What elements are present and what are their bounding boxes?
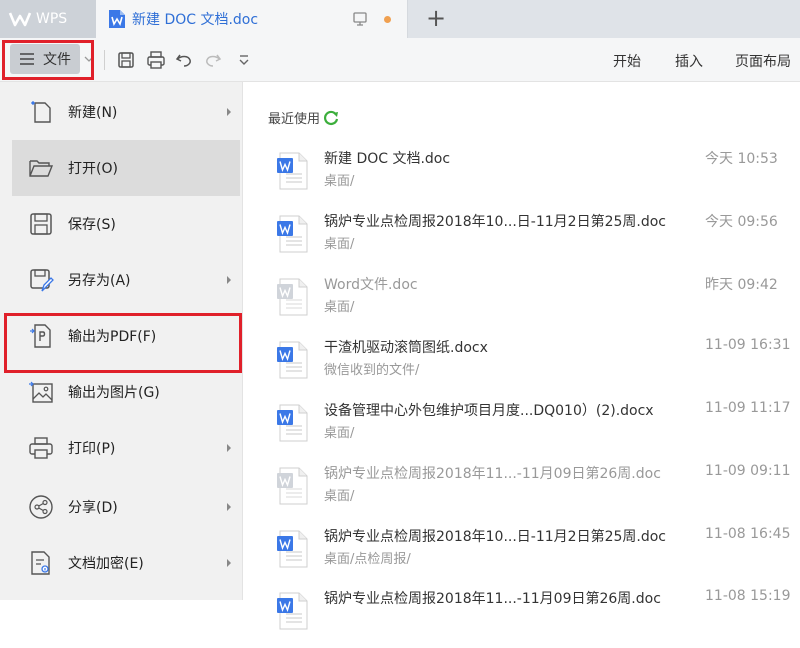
- recent-file-time: 今天 09:56: [705, 214, 778, 230]
- chevron-right-icon: [227, 108, 231, 116]
- document-tab[interactable]: 新建 DOC 文档.doc: [96, 0, 408, 38]
- chevron-right-icon: [227, 503, 231, 511]
- hamburger-icon: [20, 53, 34, 65]
- menu-item-new[interactable]: 新建(N): [12, 84, 240, 140]
- share-icon: [29, 495, 53, 519]
- tab-insert[interactable]: 插入: [675, 51, 703, 71]
- recent-file-path: 桌面/: [324, 237, 355, 252]
- recent-file-path: 桌面/点检周报/: [324, 552, 411, 567]
- recent-file-time: 11-09 09:11: [705, 463, 791, 479]
- word-doc-icon: [277, 404, 308, 442]
- menu-item-label: 打印(P): [68, 441, 116, 457]
- recent-file-time: 昨天 09:42: [705, 277, 778, 293]
- encrypt-icon: [31, 551, 50, 575]
- undo-icon[interactable]: [174, 50, 194, 70]
- recent-file-name: 新建 DOC 文档.doc: [324, 151, 451, 167]
- recent-file-path: 微信收到的文件/: [324, 363, 420, 378]
- recent-file-name: 锅炉专业点检周报2018年11...-11月09日第26周.doc: [324, 466, 661, 482]
- recent-file-row[interactable]: 干渣机驱动滚筒图纸.docx 微信收到的文件/11-09 16:31: [268, 337, 800, 397]
- recent-file-name: 锅炉专业点检周报2018年11...-11月09日第26周.doc: [324, 591, 661, 607]
- new-file-icon: [31, 101, 51, 123]
- word-doc-icon: [277, 592, 308, 630]
- chevron-right-icon: [227, 276, 231, 284]
- menu-item-share[interactable]: 分享(D): [12, 479, 240, 535]
- menu-item-label: 文档加密(E): [68, 556, 144, 572]
- print-icon: [29, 437, 53, 459]
- tab-home[interactable]: 开始: [613, 51, 641, 71]
- menu-item-label: 另存为(A): [68, 273, 131, 289]
- recent-file-path: 桌面/: [324, 426, 355, 441]
- monitor-icon[interactable]: [352, 11, 368, 27]
- menu-item-export-pdf[interactable]: 输出为PDF(F): [12, 308, 240, 364]
- redo-icon[interactable]: [203, 50, 223, 70]
- recent-file-time: 11-08 16:45: [705, 526, 791, 542]
- menu-item-label: 打开(O): [68, 161, 118, 177]
- app-name: WPS: [36, 11, 68, 27]
- recent-file-time: 11-09 11:17: [705, 400, 791, 416]
- recent-file-row[interactable]: Word文件.doc 桌面/昨天 09:42: [268, 274, 800, 334]
- menu-item-export-image[interactable]: 输出为图片(G): [12, 364, 240, 420]
- chevron-down-icon[interactable]: [84, 55, 94, 63]
- refresh-icon[interactable]: [322, 109, 340, 127]
- menu-item-save[interactable]: 保存(S): [12, 196, 240, 252]
- recent-file-path: 桌面/: [324, 489, 355, 504]
- save-icon: [30, 213, 52, 235]
- word-doc-icon: [277, 152, 308, 190]
- recent-file-name: 设备管理中心外包维护项目月度...DQ010）(2).docx: [324, 403, 654, 419]
- word-doc-icon: [277, 278, 308, 316]
- quick-toolbar: 文件 开始 插入 页面布局: [0, 38, 800, 82]
- word-doc-icon: [277, 467, 308, 505]
- chevron-right-icon: [227, 559, 231, 567]
- recent-file-path: 桌面/: [324, 174, 355, 189]
- unsaved-indicator: [384, 16, 391, 23]
- document-tab-title: 新建 DOC 文档.doc: [132, 12, 259, 28]
- word-doc-icon: [277, 530, 308, 568]
- menu-item-open[interactable]: 打开(O): [12, 140, 240, 196]
- chevron-right-icon: [227, 444, 231, 452]
- menu-item-label: 保存(S): [68, 217, 116, 233]
- recent-file-row[interactable]: 设备管理中心外包维护项目月度...DQ010）(2).docx 桌面/11-09 …: [268, 400, 800, 460]
- menu-item-encrypt[interactable]: 文档加密(E): [12, 535, 240, 591]
- recent-file-name: Word文件.doc: [324, 277, 418, 293]
- recent-file-row[interactable]: 新建 DOC 文档.doc 桌面/今天 10:53: [268, 148, 800, 208]
- recent-file-path: 桌面/: [324, 300, 355, 315]
- menu-item-label: 输出为图片(G): [68, 385, 160, 401]
- recent-file-row[interactable]: 锅炉专业点检周报2018年11...-11月09日第26周.doc 桌面/11-0…: [268, 463, 800, 523]
- wps-home-tab[interactable]: WPS: [0, 0, 96, 38]
- recent-file-time: 今天 10:53: [705, 151, 778, 167]
- new-tab-button[interactable]: +: [422, 4, 450, 32]
- customize-toolbar-icon[interactable]: [234, 50, 254, 70]
- word-doc-icon: [109, 10, 125, 28]
- recent-file-row[interactable]: 锅炉专业点检周报2018年11...-11月09日第26周.doc 11-08 1…: [268, 588, 800, 648]
- recent-files-header: 最近使用: [268, 108, 340, 127]
- recent-file-time: 11-09 16:31: [705, 337, 791, 353]
- file-menu-label: 文件: [43, 52, 71, 68]
- menu-item-print[interactable]: 打印(P): [12, 420, 240, 476]
- export-pdf-icon: [30, 324, 51, 348]
- tab-page-layout[interactable]: 页面布局: [735, 51, 791, 71]
- menu-item-label: 输出为PDF(F): [68, 329, 157, 345]
- file-menu-panel: 新建(N) 打开(O) 保存(S) 另存为(A) 输出为PDF(F) 输出为图片…: [0, 82, 243, 600]
- title-bar: WPS 新建 DOC 文档.doc +: [0, 0, 800, 38]
- recent-file-name: 锅炉专业点检周报2018年10...日-11月2日第25周.doc: [324, 529, 666, 545]
- print-icon[interactable]: [146, 50, 166, 70]
- export-image-icon: [29, 381, 53, 403]
- save-as-icon: [30, 269, 54, 292]
- wps-logo-icon: [8, 12, 32, 27]
- menu-item-label: 新建(N): [68, 105, 118, 121]
- recent-file-time: 11-08 15:19: [705, 588, 791, 604]
- open-folder-icon: [29, 160, 54, 177]
- word-doc-icon: [277, 341, 308, 379]
- menu-item-label: 分享(D): [68, 500, 118, 516]
- save-icon[interactable]: [116, 50, 136, 70]
- menu-item-save-as[interactable]: 另存为(A): [12, 252, 240, 308]
- recent-file-name: 锅炉专业点检周报2018年10...日-11月2日第25周.doc: [324, 214, 666, 230]
- recent-files-title: 最近使用: [268, 112, 321, 127]
- toolbar-divider: [104, 50, 105, 70]
- file-menu-button[interactable]: 文件: [10, 44, 80, 74]
- recent-file-row[interactable]: 锅炉专业点检周报2018年10...日-11月2日第25周.doc 桌面/今天 0…: [268, 211, 800, 271]
- word-doc-icon: [277, 215, 308, 253]
- recent-file-row[interactable]: 锅炉专业点检周报2018年10...日-11月2日第25周.doc 桌面/点检周报…: [268, 526, 800, 586]
- recent-file-name: 干渣机驱动滚筒图纸.docx: [324, 340, 488, 356]
